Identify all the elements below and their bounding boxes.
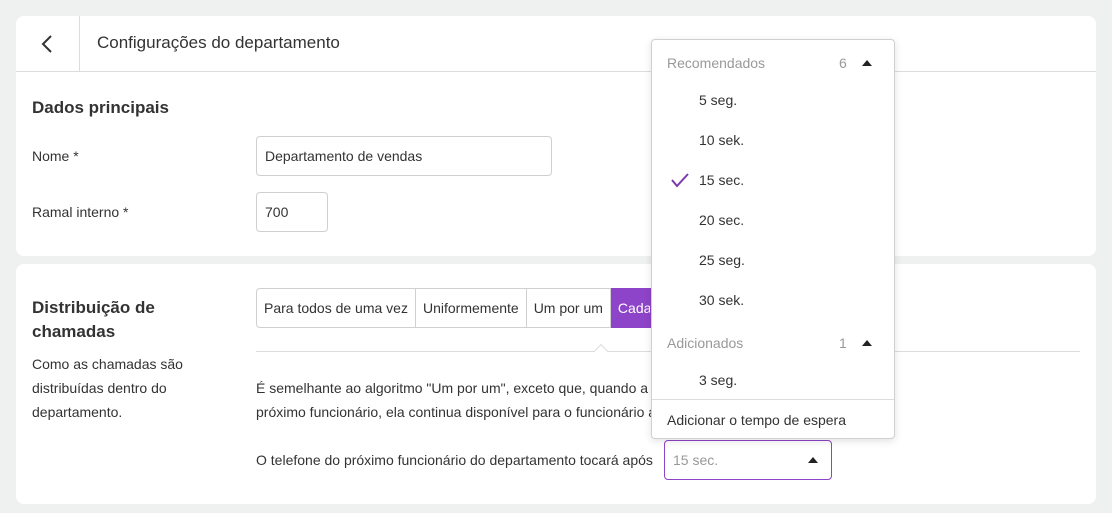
mode-all-at-once-button[interactable]: Para todos de uma vez [256, 288, 416, 328]
mode-one-by-one-button[interactable]: Um por um [526, 288, 611, 328]
back-button[interactable] [16, 16, 80, 72]
ring-delay-dropdown: Recomendados 6 5 seg. 10 sek. 15 sec. 20… [651, 39, 895, 439]
option-30s[interactable]: 30 sek. [652, 280, 894, 320]
distribution-description: Como as chamadas são distribuídas dentro… [32, 356, 183, 420]
group-label: Adicionados [667, 335, 744, 351]
caret-up-icon [862, 60, 872, 66]
group-recommended[interactable]: Recomendados 6 [652, 48, 894, 78]
option-20s[interactable]: 20 sec. [652, 200, 894, 240]
page-title: Configurações do departamento [97, 33, 340, 52]
check-icon [671, 173, 689, 188]
distribution-mode-selector: Para todos de uma vez Uniformemente Um p… [256, 288, 651, 328]
extension-label: Ramal interno * [32, 204, 129, 220]
algorithm-description: É semelhante ao algoritmo "Um por um", e… [256, 380, 656, 420]
option-15s[interactable]: 15 sec. [652, 160, 894, 200]
main-section-title: Dados principais [32, 98, 169, 117]
name-label: Nome * [32, 148, 79, 164]
ring-delay-value: 15 sec. [673, 452, 719, 468]
main-data-card: Configurações do departamento Dados prin… [16, 16, 1096, 256]
distribution-card: Distribuição de chamadas Como as chamada… [16, 264, 1096, 504]
caret-up-icon [808, 457, 818, 463]
tab-pointer [593, 343, 609, 359]
ring-delay-select[interactable]: 15 sec. [664, 440, 832, 480]
add-wait-time-button[interactable]: Adicionar o tempo de espera [652, 400, 894, 438]
option-10s[interactable]: 10 sek. [652, 120, 894, 160]
distribution-title: Distribuição de chamadas [32, 298, 155, 341]
group-count: 1 [839, 335, 847, 351]
group-label: Recomendados [667, 55, 766, 71]
group-added[interactable]: Adicionados 1 [652, 328, 894, 358]
group-count: 6 [839, 55, 847, 71]
mode-each-button[interactable]: Cada [610, 288, 651, 328]
chevron-left-icon [41, 35, 52, 53]
ring-delay-label: O telefone do próximo funcionário do dep… [256, 452, 653, 468]
name-input[interactable]: Departamento de vendas [256, 136, 552, 176]
option-5s[interactable]: 5 seg. [652, 80, 894, 120]
mode-uniform-button[interactable]: Uniformemente [415, 288, 527, 328]
option-25s[interactable]: 25 seg. [652, 240, 894, 280]
option-3s[interactable]: 3 seg. [652, 360, 894, 400]
extension-input[interactable]: 700 [256, 192, 328, 232]
page-header: Configurações do departamento [16, 16, 1096, 72]
caret-up-icon [862, 340, 872, 346]
